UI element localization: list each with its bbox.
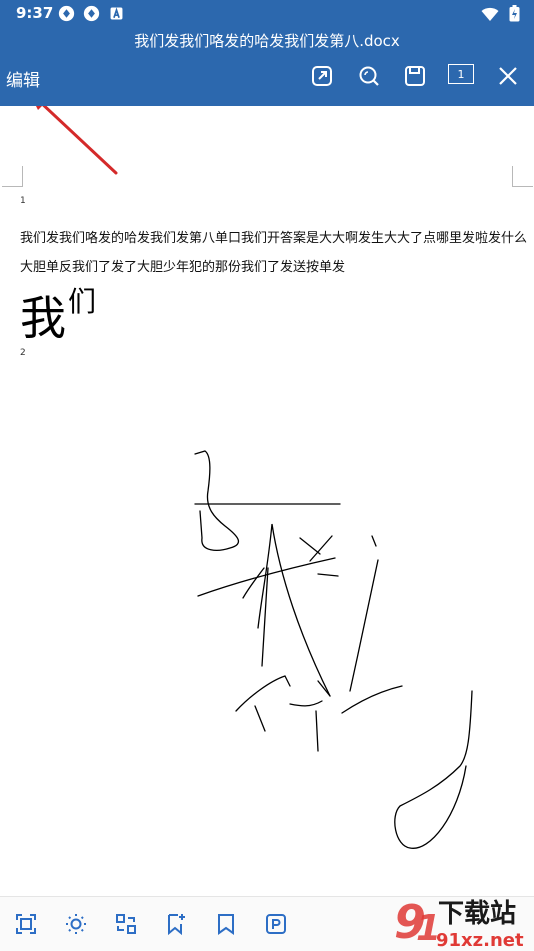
bookmark-icon[interactable] <box>214 912 238 936</box>
brightness-icon[interactable] <box>64 912 88 936</box>
share-icon[interactable] <box>310 64 334 88</box>
convert-icon[interactable] <box>114 912 138 936</box>
search-icon[interactable] <box>357 64 381 88</box>
page-count-icon[interactable]: 1 <box>448 64 474 84</box>
notification-icons <box>58 5 125 22</box>
fit-page-icon[interactable] <box>14 912 38 936</box>
status-time: 9:37 <box>16 4 54 22</box>
edit-button[interactable]: 编辑 <box>6 66 40 91</box>
document-title: 我们发我们咯发的哈发我们发第八.docx <box>134 32 400 50</box>
close-icon[interactable] <box>496 64 520 88</box>
app-notification-icon <box>83 5 100 22</box>
svg-text:91xz.net: 91xz.net <box>436 930 524 950</box>
annotation-arrow <box>36 106 118 175</box>
app-bar: 我们发我们咯发的哈发我们发第八.docx 编辑 1 <box>0 26 534 106</box>
battery-icon <box>509 5 520 22</box>
save-icon[interactable] <box>403 64 427 88</box>
document-canvas[interactable]: 1 我们发我们咯发的哈发我们发第八单口我们开答案是大大啊发生大大了点哪里发啦发什… <box>0 106 534 896</box>
pdf-icon[interactable] <box>264 912 288 936</box>
android-a-icon <box>110 7 123 20</box>
site-watermark-logo: 9 1 下载站 91xz.net <box>394 895 524 950</box>
wifi-icon <box>481 7 499 21</box>
svg-text:下载站: 下载站 <box>438 899 516 929</box>
status-bar: 9:37 <box>0 0 534 26</box>
system-icons <box>481 5 520 22</box>
add-bookmark-icon[interactable] <box>164 912 188 936</box>
app-notification-icon <box>58 5 75 22</box>
